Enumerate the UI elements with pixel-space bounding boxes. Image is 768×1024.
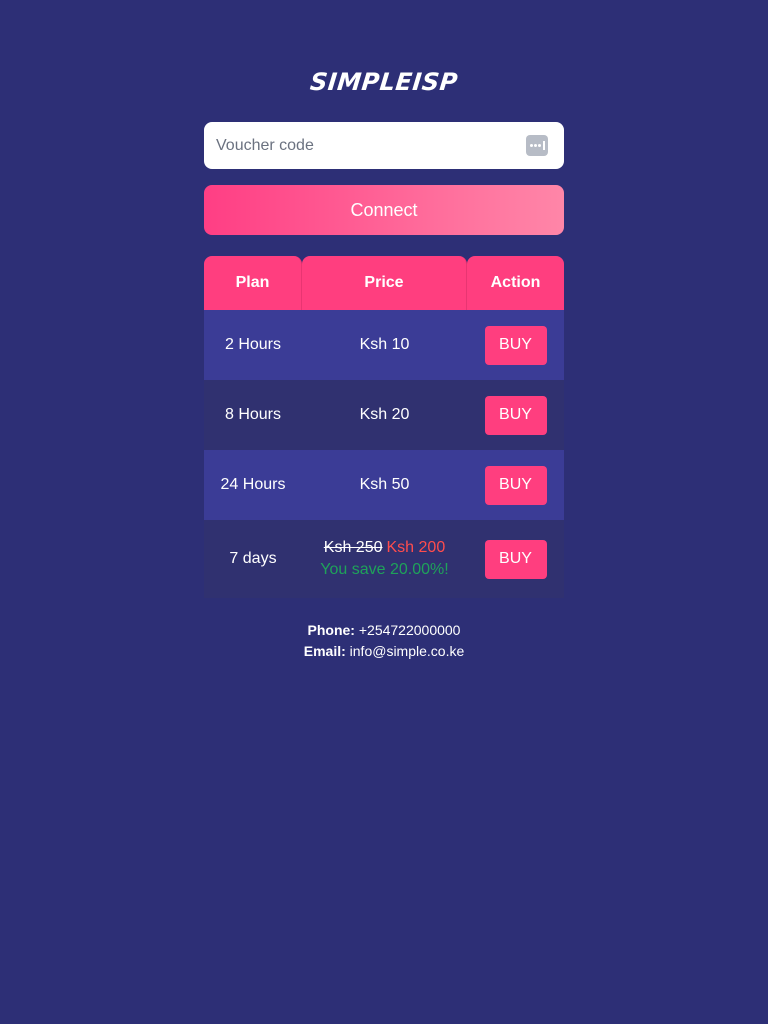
- header-action: Action: [467, 256, 564, 310]
- header-plan: Plan: [204, 256, 302, 310]
- voucher-input[interactable]: [204, 122, 514, 169]
- brand-logo: SIMPLEISP: [308, 68, 460, 96]
- plan-price: Ksh 10: [359, 336, 410, 353]
- plan-name: 24 Hours: [220, 476, 286, 493]
- buy-button[interactable]: BUY: [484, 395, 547, 435]
- buy-button[interactable]: BUY: [484, 539, 547, 579]
- contact-info: Phone: +254722000000 Email: info@simple.…: [0, 620, 768, 662]
- phone-label: Phone:: [307, 622, 355, 638]
- table-row: 8 Hours Ksh 20 BUY: [204, 380, 564, 450]
- email-value: info@simple.co.ke: [349, 643, 465, 659]
- plan-price-discounted: Ksh 250 Ksh 200 You save 20.00%!: [302, 520, 467, 598]
- original-price: Ksh 250: [323, 539, 383, 556]
- plans-table-header: Plan Price Action: [204, 256, 564, 310]
- phone-line: Phone: +254722000000: [0, 620, 768, 641]
- buy-button[interactable]: BUY: [484, 325, 547, 365]
- plan-name: 7 days: [229, 550, 277, 567]
- header-price: Price: [302, 256, 467, 310]
- email-label: Email:: [303, 643, 346, 659]
- plan-price: Ksh 20: [359, 406, 410, 423]
- plan-name: 2 Hours: [224, 336, 282, 353]
- buy-button[interactable]: BUY: [484, 465, 547, 505]
- saving-text: You save 20.00%!: [320, 561, 449, 578]
- table-row: 2 Hours Ksh 10 BUY: [204, 310, 564, 380]
- connect-button[interactable]: Connect: [204, 185, 564, 235]
- keyboard-dots-icon[interactable]: [526, 135, 548, 156]
- voucher-field[interactable]: [204, 122, 564, 169]
- table-row: 24 Hours Ksh 50 BUY: [204, 450, 564, 520]
- plan-price: Ksh 50: [359, 476, 410, 493]
- discounted-price: Ksh 200: [386, 539, 446, 556]
- captive-portal-page: SIMPLEISP Connect Plan Price Action 2 Ho…: [0, 0, 768, 1024]
- phone-value: +254722000000: [358, 622, 461, 638]
- table-row: 7 days Ksh 250 Ksh 200 You save 20.00%! B…: [204, 520, 564, 598]
- plan-name: 8 Hours: [224, 406, 282, 423]
- plans-table: Plan Price Action 2 Hours Ksh 10 BUY 8 H…: [204, 256, 564, 598]
- email-line: Email: info@simple.co.ke: [0, 641, 768, 662]
